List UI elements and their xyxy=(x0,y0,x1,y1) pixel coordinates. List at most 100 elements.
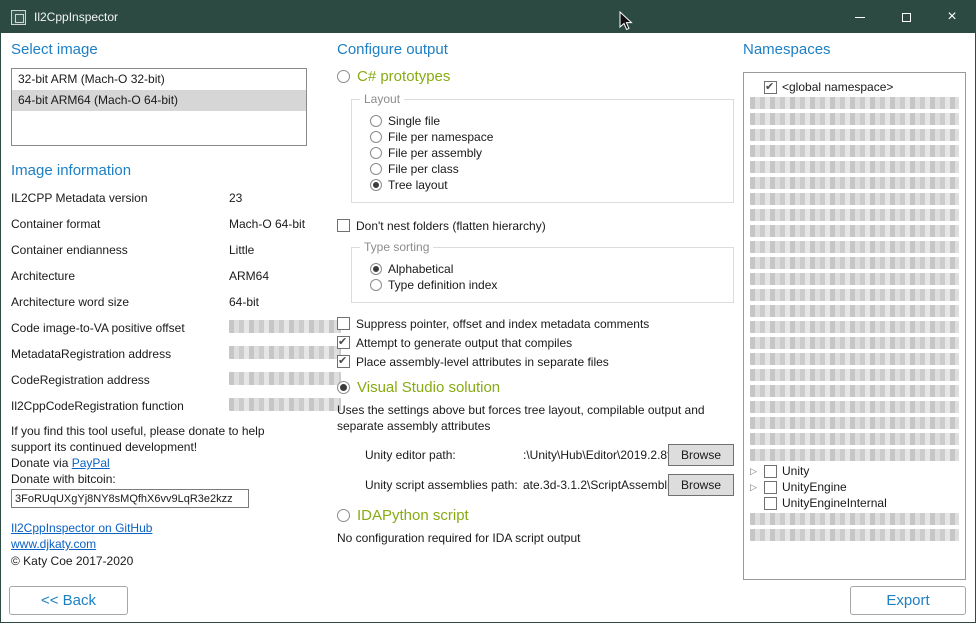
layout-option-file-per-assembly[interactable]: File per assembly xyxy=(370,145,723,161)
maximize-button[interactable] xyxy=(883,1,929,33)
redacted-text xyxy=(750,289,959,301)
namespace-item-redacted[interactable] xyxy=(746,191,962,207)
namespace-item-redacted[interactable] xyxy=(746,223,962,239)
redacted-text xyxy=(750,353,959,365)
bitcoin-address-input[interactable] xyxy=(11,489,249,508)
info-value: 64-bit xyxy=(229,295,307,309)
close-icon xyxy=(947,9,956,25)
visual-studio-solution-radio[interactable]: Visual Studio solution xyxy=(337,379,734,396)
namespace-item-redacted[interactable] xyxy=(746,303,962,319)
namespace-item-redacted[interactable] xyxy=(746,335,962,351)
website-link[interactable]: www.djkaty.com xyxy=(11,537,307,551)
type-sorting-groupbox: Type sorting Alphabetical Type definitio… xyxy=(351,247,734,303)
export-button[interactable]: Export xyxy=(850,586,966,615)
redacted-text xyxy=(750,369,959,381)
unity-editor-path-row: Unity editor path: :\Unity\Hub\Editor\20… xyxy=(337,443,734,467)
suppress-metadata-comments-checkbox[interactable]: Suppress pointer, offset and index metad… xyxy=(337,317,734,331)
unity-editor-path-value: :\Unity\Hub\Editor\2019.2.8f1 xyxy=(523,448,668,462)
namespace-item-redacted[interactable] xyxy=(746,111,962,127)
sorting-option-alphabetical[interactable]: Alphabetical xyxy=(370,261,723,277)
configure-output-heading: Configure output xyxy=(337,41,734,58)
csharp-prototypes-label: C# prototypes xyxy=(357,68,450,85)
radio-icon xyxy=(370,263,382,275)
namespace-item-redacted[interactable] xyxy=(746,431,962,447)
namespace-item-redacted[interactable] xyxy=(746,511,962,527)
info-label: Container format xyxy=(11,217,229,231)
checkbox-icon xyxy=(337,336,350,349)
title-bar: Il2CppInspector xyxy=(1,1,975,33)
namespace-item-redacted[interactable] xyxy=(746,159,962,175)
layout-option-label: File per class xyxy=(388,162,459,176)
info-value: Mach-O 64-bit xyxy=(229,217,307,231)
csharp-prototypes-radio[interactable]: C# prototypes xyxy=(337,68,734,85)
radio-icon xyxy=(370,179,382,191)
checkbox-icon xyxy=(764,497,777,510)
redacted-text xyxy=(750,209,959,221)
image-list-item-32bit[interactable]: 32-bit ARM (Mach-O 32-bit) xyxy=(12,69,306,90)
layout-option-file-per-namespace[interactable]: File per namespace xyxy=(370,129,723,145)
namespace-item-redacted[interactable] xyxy=(746,287,962,303)
namespace-item-redacted[interactable] xyxy=(746,143,962,159)
layout-option-single-file[interactable]: Single file xyxy=(370,113,723,129)
namespace-item-redacted[interactable] xyxy=(746,95,962,111)
namespace-item-unityengineinternal[interactable]: UnityEngineInternal xyxy=(746,495,962,511)
compilable-output-label: Attempt to generate output that compiles xyxy=(356,336,572,350)
namespace-item-redacted[interactable] xyxy=(746,239,962,255)
compilable-output-checkbox[interactable]: Attempt to generate output that compiles xyxy=(337,336,734,350)
namespace-item-global[interactable]: <global namespace> xyxy=(746,79,962,95)
image-list-item-64bit[interactable]: 64-bit ARM64 (Mach-O 64-bit) xyxy=(12,90,306,111)
radio-icon xyxy=(337,509,350,522)
github-link[interactable]: Il2CppInspector on GitHub xyxy=(11,521,307,535)
flatten-hierarchy-label: Don't nest folders (flatten hierarchy) xyxy=(356,219,546,233)
configure-output-panel: Configure output C# prototypes Layout Si… xyxy=(337,41,734,546)
browse-assemblies-path-button[interactable]: Browse xyxy=(668,474,734,496)
unity-assemblies-path-label: Unity script assemblies path: xyxy=(365,478,523,492)
back-button[interactable]: << Back xyxy=(9,586,128,615)
separate-attribute-files-checkbox[interactable]: Place assembly-level attributes in separ… xyxy=(337,355,734,369)
copyright-text: © Katy Coe 2017-2020 xyxy=(11,554,307,568)
namespace-item-redacted[interactable] xyxy=(746,367,962,383)
namespace-item-redacted[interactable] xyxy=(746,527,962,543)
browse-editor-path-button[interactable]: Browse xyxy=(668,444,734,466)
namespace-item-redacted[interactable] xyxy=(746,127,962,143)
namespace-item-redacted[interactable] xyxy=(746,351,962,367)
namespace-item-redacted[interactable] xyxy=(746,319,962,335)
namespace-item-unity[interactable]: Unity xyxy=(746,463,962,479)
paypal-link[interactable]: PayPal xyxy=(72,456,110,470)
redacted-text xyxy=(750,113,959,125)
sorting-option-type-definition-index[interactable]: Type definition index xyxy=(370,277,723,293)
idapython-script-radio[interactable]: IDAPython script xyxy=(337,507,734,524)
layout-option-file-per-class[interactable]: File per class xyxy=(370,161,723,177)
redacted-text xyxy=(750,193,959,205)
namespace-item-redacted[interactable] xyxy=(746,383,962,399)
namespace-item-redacted[interactable] xyxy=(746,447,962,463)
namespace-item-redacted[interactable] xyxy=(746,271,962,287)
info-value-redacted xyxy=(229,320,341,336)
flatten-hierarchy-checkbox[interactable]: Don't nest folders (flatten hierarchy) xyxy=(337,219,734,233)
radio-icon xyxy=(370,163,382,175)
minimize-button[interactable] xyxy=(837,1,883,33)
namespace-item-redacted[interactable] xyxy=(746,399,962,415)
info-row: Code image-to-VA positive offset xyxy=(11,315,307,341)
type-sorting-group-title: Type sorting xyxy=(360,240,433,254)
donate-paypal-line: Donate via PayPal xyxy=(11,455,307,471)
namespace-item-redacted[interactable] xyxy=(746,255,962,271)
image-information-heading: Image information xyxy=(11,162,307,179)
redacted-value xyxy=(229,398,341,411)
namespaces-panel: Namespaces <global namespace> xyxy=(743,41,967,580)
namespace-item-redacted[interactable] xyxy=(746,175,962,191)
donate-bitcoin-label: Donate with bitcoin: xyxy=(11,471,307,487)
namespace-item-unityengine[interactable]: UnityEngine xyxy=(746,479,962,495)
expander-icon[interactable] xyxy=(750,466,760,476)
expander-icon[interactable] xyxy=(750,482,760,492)
layout-option-tree-layout[interactable]: Tree layout xyxy=(370,177,723,193)
idapython-script-label: IDAPython script xyxy=(357,507,469,524)
info-value-redacted xyxy=(229,372,341,388)
info-row: Container endianness Little xyxy=(11,237,307,263)
close-button[interactable] xyxy=(929,1,975,33)
namespace-item-redacted[interactable] xyxy=(746,207,962,223)
info-row: MetadataRegistration address xyxy=(11,341,307,367)
namespace-item-redacted[interactable] xyxy=(746,415,962,431)
redacted-value xyxy=(229,372,341,385)
info-label: IL2CPP Metadata version xyxy=(11,191,229,205)
